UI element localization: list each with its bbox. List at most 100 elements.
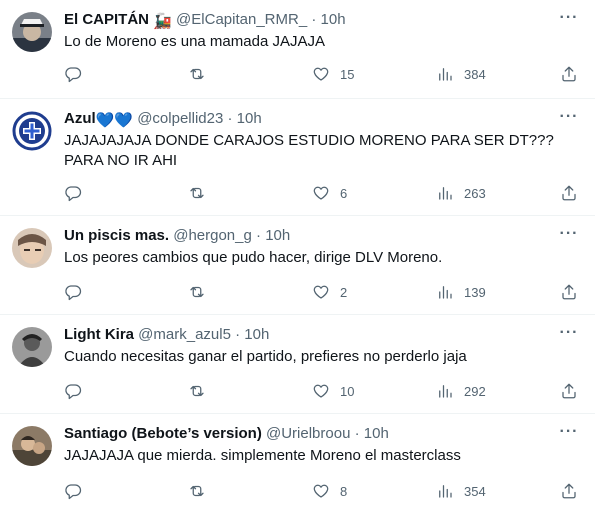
avatar[interactable]	[12, 426, 52, 466]
share-icon	[562, 483, 576, 499]
timestamp[interactable]: 10h	[321, 11, 346, 28]
share-button[interactable]	[560, 181, 578, 205]
view-count: 384	[464, 66, 486, 82]
more-options-icon[interactable]: ···	[559, 226, 579, 248]
share-button[interactable]	[560, 62, 578, 86]
tweet[interactable]: Santiago (Bebote’s version) @Urielbroou …	[0, 414, 595, 511]
tweet[interactable]: El CAPITÁN 🚂 @ElCapitan_RMR_ · 10h Lo de…	[0, 0, 595, 99]
views-icon	[439, 68, 452, 81]
retweet-button[interactable]	[188, 379, 216, 403]
view-count: 263	[464, 185, 486, 201]
like-button[interactable]: 2	[312, 280, 347, 304]
like-icon	[313, 384, 329, 398]
tweet-header: Azul💙💙 @colpellid23 · 10h	[64, 109, 581, 129]
tweet-header: Un piscis mas. @hergon_g · 10h	[64, 226, 581, 246]
reply-button[interactable]	[64, 181, 92, 205]
display-name[interactable]: Azul	[64, 110, 96, 127]
retweet-button[interactable]	[188, 181, 216, 205]
tweet-text: JAJAJAJAJA DONDE CARAJOS ESTUDIO MORENO …	[64, 132, 554, 169]
share-button[interactable]	[560, 379, 578, 403]
separator-dot: ·	[311, 11, 317, 28]
more-options-icon[interactable]: ···	[559, 10, 579, 32]
retweet-button[interactable]	[188, 280, 216, 304]
display-name[interactable]: Un piscis mas.	[64, 227, 169, 244]
retweet-icon	[190, 68, 204, 80]
tweet-actions: 15 384	[60, 62, 581, 86]
retweet-icon	[190, 286, 204, 298]
user-handle[interactable]: @hergon_g	[173, 227, 252, 244]
share-icon	[562, 185, 576, 201]
reply-icon	[65, 384, 82, 400]
like-count: 8	[340, 483, 348, 499]
display-name[interactable]: Light Kira	[64, 326, 134, 343]
more-options-icon[interactable]: ···	[559, 325, 579, 347]
tweet-text: JAJAJAJA que mierda. simplemente Moreno …	[64, 447, 461, 464]
share-button[interactable]	[560, 479, 578, 503]
reply-button[interactable]	[64, 62, 92, 86]
timestamp[interactable]: 10h	[364, 425, 389, 442]
user-handle[interactable]: @Urielbroou	[266, 425, 350, 442]
user-handle[interactable]: @ElCapitan_RMR_	[176, 11, 307, 28]
views-icon	[439, 187, 452, 200]
tweet-actions: 2 139	[60, 280, 581, 304]
view-count: 292	[464, 383, 486, 399]
name-emoji: 🚂	[153, 13, 172, 30]
like-button[interactable]: 15	[312, 62, 354, 86]
view-count: 354	[464, 483, 486, 499]
reply-icon	[65, 186, 82, 202]
reply-icon	[65, 484, 82, 500]
view-count: 139	[464, 284, 486, 300]
share-icon	[562, 284, 576, 300]
user-handle[interactable]: @mark_azul5	[138, 326, 231, 343]
tweet-actions: 10 292	[60, 379, 581, 403]
avatar[interactable]	[12, 327, 52, 367]
like-icon	[313, 67, 329, 81]
views-icon	[439, 385, 452, 398]
tweet-text: Cuando necesitas ganar el partido, prefi…	[64, 348, 467, 365]
tweet-header: El CAPITÁN 🚂 @ElCapitan_RMR_ · 10h	[64, 10, 581, 30]
display-name[interactable]: Santiago (Bebote’s version)	[64, 425, 262, 442]
tweet-text: Lo de Moreno es una mamada JAJAJA	[64, 33, 325, 50]
timestamp[interactable]: 10h	[265, 227, 290, 244]
like-icon	[313, 285, 329, 299]
timestamp[interactable]: 10h	[237, 110, 262, 127]
like-count: 2	[340, 284, 348, 300]
separator-dot: ·	[256, 227, 262, 244]
views-button[interactable]: 139	[436, 280, 486, 304]
tweet[interactable]: Light Kira @mark_azul5 · 10h Cuando nece…	[0, 315, 595, 414]
like-button[interactable]: 10	[312, 379, 354, 403]
avatar[interactable]	[12, 228, 52, 268]
retweet-icon	[190, 187, 204, 199]
reply-icon	[65, 67, 82, 83]
retweet-icon	[190, 385, 204, 397]
views-button[interactable]: 263	[436, 181, 486, 205]
retweet-icon	[190, 485, 204, 497]
share-icon	[562, 383, 576, 399]
tweet-actions: 6 263	[60, 181, 581, 205]
views-button[interactable]: 354	[436, 479, 486, 503]
display-name[interactable]: El CAPITÁN	[64, 11, 149, 28]
separator-dot: ·	[235, 326, 241, 343]
share-button[interactable]	[560, 280, 578, 304]
timestamp[interactable]: 10h	[244, 326, 269, 343]
like-button[interactable]: 6	[312, 181, 347, 205]
tweet-header: Santiago (Bebote’s version) @Urielbroou …	[64, 424, 581, 444]
avatar[interactable]	[12, 111, 52, 151]
tweet-text: Los peores cambios que pudo hacer, dirig…	[64, 249, 443, 266]
reply-button[interactable]	[64, 280, 92, 304]
retweet-button[interactable]	[188, 62, 216, 86]
more-options-icon[interactable]: ···	[559, 424, 579, 446]
retweet-button[interactable]	[188, 479, 216, 503]
avatar[interactable]	[12, 12, 52, 52]
reply-button[interactable]	[64, 479, 92, 503]
more-options-icon[interactable]: ···	[559, 109, 579, 131]
like-icon	[313, 484, 329, 498]
user-handle[interactable]: @colpellid23	[137, 110, 223, 127]
views-button[interactable]: 292	[436, 379, 486, 403]
like-count: 10	[340, 383, 355, 399]
tweet[interactable]: Azul💙💙 @colpellid23 · 10h JAJAJAJAJA DON…	[0, 99, 595, 216]
tweet[interactable]: Un piscis mas. @hergon_g · 10h Los peore…	[0, 216, 595, 315]
views-button[interactable]: 384	[436, 62, 486, 86]
reply-button[interactable]	[64, 379, 92, 403]
like-button[interactable]: 8	[312, 479, 347, 503]
